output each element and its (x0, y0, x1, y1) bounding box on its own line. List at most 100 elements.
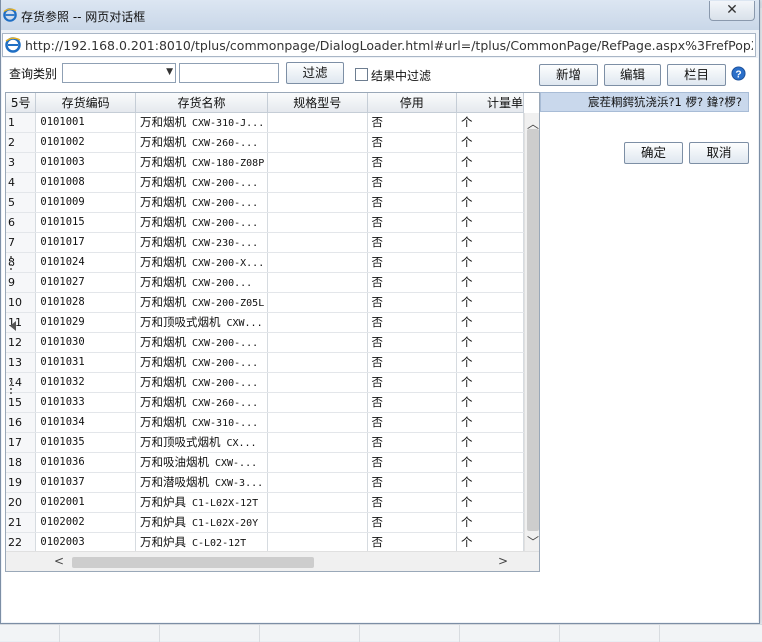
disabled-cell: 否 (367, 412, 457, 433)
spec-cell (267, 272, 368, 293)
table-row[interactable]: 10 0101028 万和烟机 CXW-200-Z05L 否个 (6, 292, 524, 313)
table-row[interactable]: 17 0101035 万和顶吸式烟机 CX... 否个 (6, 432, 524, 453)
spec-cell (267, 432, 368, 453)
unit-cell: 个 (456, 132, 524, 153)
vertical-scroll-thumb[interactable] (527, 129, 539, 531)
table-row[interactable]: 8 0101024 万和烟机 CXW-200-X... 否个 (6, 252, 524, 273)
query-input[interactable] (179, 63, 279, 83)
name-cell: 万和顶吸式烟机 CXW... (135, 312, 268, 333)
table-row[interactable]: 22 0102003 万和炉具 C-L02-12T 否个 (6, 532, 524, 551)
vertical-scrollbar[interactable]: ︿ ﹀ (524, 113, 539, 551)
table-row[interactable]: 3 0101003 万和烟机 CXW-180-Z08P 否个 (6, 152, 524, 173)
query-category-select[interactable]: ▼ (62, 63, 176, 83)
table-row[interactable]: 2 0101002 万和烟机 CXW-260-... 否个 (6, 132, 524, 153)
product-model: CXW-200-Z05L (191, 298, 265, 309)
spec-cell (267, 212, 368, 233)
name-cell: 万和烟机 CXW-200-... (135, 192, 268, 213)
table-row[interactable]: 16 0101034 万和烟机 CXW-310-... 否个 (6, 412, 524, 433)
ie-icon (5, 37, 21, 53)
unit-cell: 个 (456, 452, 524, 473)
scroll-right-icon[interactable]: > (498, 554, 508, 568)
filter-button[interactable]: 过滤 (286, 62, 344, 84)
table-row[interactable]: 15 0101033 万和烟机 CXW-260-... 否个 (6, 392, 524, 413)
table-row[interactable]: 11 0101029 万和顶吸式烟机 CXW... 否个 (6, 312, 524, 333)
table-row[interactable]: 13 0101031 万和烟机 CXW-200-... 否个 (6, 352, 524, 373)
splitter-handle-icon[interactable] (10, 380, 12, 394)
table-row[interactable]: 7 0101017 万和烟机 CXW-230-... 否个 (6, 232, 524, 253)
scroll-down-icon[interactable]: ﹀ (527, 533, 539, 550)
disabled-cell: 否 (367, 252, 457, 273)
name-cell: 万和潜吸烟机 CXW-3... (135, 472, 268, 493)
edit-button[interactable]: 编辑 (604, 64, 661, 86)
spec-cell (267, 252, 368, 273)
product-name: 万和烟机 (139, 335, 186, 349)
ok-button[interactable]: 确定 (624, 142, 683, 164)
help-icon[interactable]: ? (731, 66, 746, 81)
code-cell: 0101008 (35, 172, 136, 193)
name-cell: 万和烟机 CXW-200-X... (135, 252, 268, 273)
col-header-code[interactable]: 存货编码 (35, 93, 136, 113)
product-model: CXW-200-... (191, 198, 259, 209)
product-model: CXW-180-Z08P (191, 158, 265, 169)
footer-cell (160, 625, 260, 642)
unit-cell: 个 (456, 312, 524, 333)
disabled-cell: 否 (367, 212, 457, 233)
disabled-cell: 否 (367, 152, 457, 173)
name-cell: 万和烟机 CXW-310-J... (135, 112, 268, 133)
table-row[interactable]: 4 0101008 万和烟机 CXW-200-... 否个 (6, 172, 524, 193)
table-row[interactable]: 9 0101027 万和烟机 CXW-200... 否个 (6, 272, 524, 293)
unit-cell: 个 (456, 192, 524, 213)
spec-cell (267, 452, 368, 473)
table-row[interactable]: 6 0101015 万和烟机 CXW-200-... 否个 (6, 212, 524, 233)
table-row[interactable]: 20 0102001 万和炉具 C1-L02X-12T 否个 (6, 492, 524, 513)
table-row[interactable]: 18 0101036 万和吸油烟机 CXW-... 否个 (6, 452, 524, 473)
spec-cell (267, 312, 368, 333)
row-number-cell: 6 (6, 212, 37, 233)
unit-cell: 个 (456, 212, 524, 233)
scroll-left-icon[interactable]: < (54, 554, 64, 568)
product-name: 万和烟机 (139, 115, 186, 129)
product-name: 万和吸油烟机 (139, 455, 209, 469)
row-number-cell: 3 (6, 152, 37, 173)
table-row[interactable]: 5 0101009 万和烟机 CXW-200-... 否个 (6, 192, 524, 213)
table-row[interactable]: 12 0101030 万和烟机 CXW-200-... 否个 (6, 332, 524, 353)
columns-button[interactable]: 栏目 (667, 64, 726, 86)
col-header-spec[interactable]: 规格型号 (267, 93, 368, 113)
disabled-cell: 否 (367, 132, 457, 153)
horizontal-scrollbar[interactable]: < > (6, 551, 539, 571)
unit-cell: 个 (456, 472, 524, 493)
table-row[interactable]: 14 0101032 万和烟机 CXW-200-... 否个 (6, 372, 524, 393)
col-header-disabled[interactable]: 停用 (367, 93, 457, 113)
col-header-unit[interactable]: 计量单 (456, 93, 524, 113)
checkbox-box[interactable] (355, 68, 368, 81)
code-cell: 0101033 (35, 392, 136, 413)
spec-cell (267, 192, 368, 213)
code-cell: 0101009 (35, 192, 136, 213)
col-header-row-number[interactable]: 5号 (6, 93, 37, 113)
disabled-cell: 否 (367, 372, 457, 393)
footer-cell (360, 625, 460, 642)
footer-cell (460, 625, 560, 642)
new-button[interactable]: 新增 (539, 64, 598, 86)
spec-cell (267, 112, 368, 133)
address-bar[interactable]: http://192.168.0.201:8010/tplus/commonpa… (2, 33, 756, 57)
close-button[interactable]: ✕ (709, 1, 755, 21)
product-name: 万和炉具 (139, 535, 186, 549)
name-cell: 万和烟机 CXW-180-Z08P (135, 152, 268, 173)
collapse-arrow-icon[interactable] (10, 321, 16, 331)
unit-cell: 个 (456, 292, 524, 313)
col-header-name[interactable]: 存货名称 (135, 93, 268, 113)
table-row[interactable]: 21 0102002 万和炉具 C1-L02X-20Y 否个 (6, 512, 524, 533)
table-row[interactable]: 19 0101037 万和潜吸烟机 CXW-3... 否个 (6, 472, 524, 493)
table-row[interactable]: 1 0101001 万和烟机 CXW-310-J... 否个 (6, 112, 524, 133)
horizontal-scroll-thumb[interactable] (72, 557, 314, 568)
disabled-cell: 否 (367, 232, 457, 253)
product-name: 万和炉具 (139, 515, 186, 529)
cancel-button[interactable]: 取消 (689, 142, 749, 164)
product-model: CXW-200-X... (191, 258, 265, 269)
name-cell: 万和顶吸式烟机 CX... (135, 432, 268, 453)
splitter-handle-icon[interactable] (10, 256, 12, 270)
row-number-cell: 10 (6, 292, 37, 313)
product-name: 万和烟机 (139, 195, 186, 209)
product-model: CXW-310-J... (191, 118, 265, 129)
